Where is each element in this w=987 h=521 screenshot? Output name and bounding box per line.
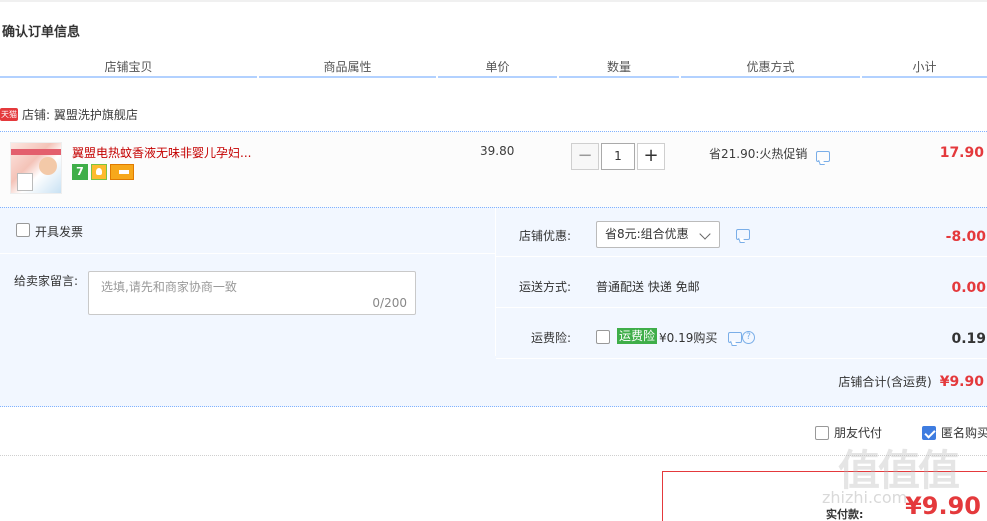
- column-header-quantity: 数量: [559, 58, 679, 78]
- payment-value: ¥9.90: [905, 492, 981, 520]
- insurance-price: ¥0.19购买: [659, 331, 718, 345]
- friend-pay-option[interactable]: 朋友代付: [815, 424, 882, 441]
- thumb-band: [11, 149, 61, 155]
- column-header-attributes: 商品属性: [259, 58, 436, 78]
- store-coupon-selected: 省8元:组合优惠: [605, 227, 689, 241]
- column-header-unit-price: 单价: [438, 58, 557, 78]
- payment-label: 实付款:: [826, 508, 864, 521]
- item-promotion: 省21.90:火热促销: [709, 147, 808, 161]
- order-item-row: 翼盟电热蚊香液无味非婴儿孕妇... 7 39.80 − 1 + 省21.90:火…: [0, 131, 987, 207]
- insurance-info-icon[interactable]: [728, 332, 742, 343]
- column-header-subtotal: 小计: [862, 58, 987, 78]
- quantity-stepper: − 1 +: [571, 143, 665, 170]
- seller-message-placeholder: 选填,请先和商家协商一致: [101, 280, 237, 294]
- column-header-shop-item: 店铺宝贝: [0, 58, 257, 78]
- anonymous-purchase-option[interactable]: 匿名购买: [922, 424, 987, 441]
- quantity-input[interactable]: 1: [601, 143, 635, 170]
- help-icon[interactable]: ?: [742, 331, 755, 344]
- anonymous-purchase-checkbox[interactable]: [922, 425, 936, 440]
- shipping-value: 0.00: [951, 280, 986, 296]
- product-name-link[interactable]: 翼盟电热蚊香液无味非婴儿孕妇...: [72, 144, 251, 161]
- quantity-decrease-button[interactable]: −: [571, 143, 599, 170]
- shipping-insurance-row: 运费险: 运费险 ¥0.19购买 ? 0.19: [496, 310, 987, 359]
- invoice-checkbox[interactable]: [16, 223, 30, 237]
- quantity-increase-button[interactable]: +: [637, 143, 665, 170]
- coupon-info-icon[interactable]: [736, 229, 750, 240]
- anonymous-purchase-label: 匿名购买: [941, 426, 987, 440]
- seven-day-return-icon[interactable]: 7: [72, 164, 88, 180]
- thumb-box: [17, 173, 33, 191]
- insurance-label: 运费险:: [530, 331, 571, 345]
- chevron-down-icon: [699, 228, 711, 240]
- shop-row: 天猫 店铺: 翼盟洗护旗舰店: [0, 104, 138, 124]
- insurance-checkbox[interactable]: [596, 330, 610, 344]
- store-coupon-label: 店铺优惠:: [518, 229, 571, 243]
- store-coupon-row: 店铺优惠: 省8元:组合优惠 -8.00: [496, 208, 987, 257]
- tmall-badge-icon: 天猫: [0, 107, 18, 121]
- thumb-face: [39, 157, 57, 175]
- shop-total-value: ¥9.90: [939, 374, 984, 390]
- shop-name-link[interactable]: 店铺: 翼盟洗护旗舰店: [22, 106, 138, 123]
- top-divider: [0, 0, 987, 2]
- insurance-value: 0.19: [951, 331, 986, 347]
- service-icons: 7: [72, 164, 134, 180]
- seller-message-textarea[interactable]: 选填,请先和商家协商一致 0/200: [88, 271, 416, 315]
- invoice-label: 开具发票: [35, 225, 84, 239]
- friend-pay-checkbox[interactable]: [815, 425, 829, 440]
- shipping-method: 普通配送 快递 免邮: [596, 280, 700, 294]
- product-thumbnail[interactable]: [10, 142, 62, 194]
- invoice-section: 开具发票: [0, 208, 495, 254]
- shipping-row: 运送方式: 普通配送 快递 免邮 0.00: [496, 259, 987, 308]
- gold-guarantee-icon[interactable]: [91, 164, 107, 180]
- friend-pay-label: 朋友代付: [834, 426, 883, 440]
- shop-total: 店铺合计(含运费) ¥9.90: [838, 373, 984, 390]
- seller-message-label: 给卖家留言:: [14, 274, 79, 288]
- page-title: 确认订单信息: [2, 25, 81, 40]
- store-coupon-value: -8.00: [945, 229, 986, 245]
- column-header-promotion: 优惠方式: [681, 58, 860, 78]
- shipping-label: 运送方式:: [518, 280, 571, 294]
- credit-card-icon[interactable]: [110, 164, 134, 180]
- order-options-panel: 开具发票 给卖家留言: 选填,请先和商家协商一致 0/200 店铺优惠: 省8元…: [0, 207, 987, 407]
- promotion-info-icon[interactable]: [816, 151, 830, 162]
- seller-message-counter: 0/200: [372, 296, 407, 310]
- item-subtotal: 17.90: [939, 145, 984, 161]
- section-divider: [0, 455, 987, 456]
- fees-section: 店铺优惠: 省8元:组合优惠 -8.00 运送方式: 普通配送 快递 免邮 0.…: [495, 208, 987, 359]
- unit-price: 39.80: [480, 144, 515, 158]
- shop-total-label: 店铺合计(含运费): [838, 375, 932, 389]
- store-coupon-select[interactable]: 省8元:组合优惠: [596, 221, 720, 248]
- insurance-badge: 运费险: [617, 328, 658, 344]
